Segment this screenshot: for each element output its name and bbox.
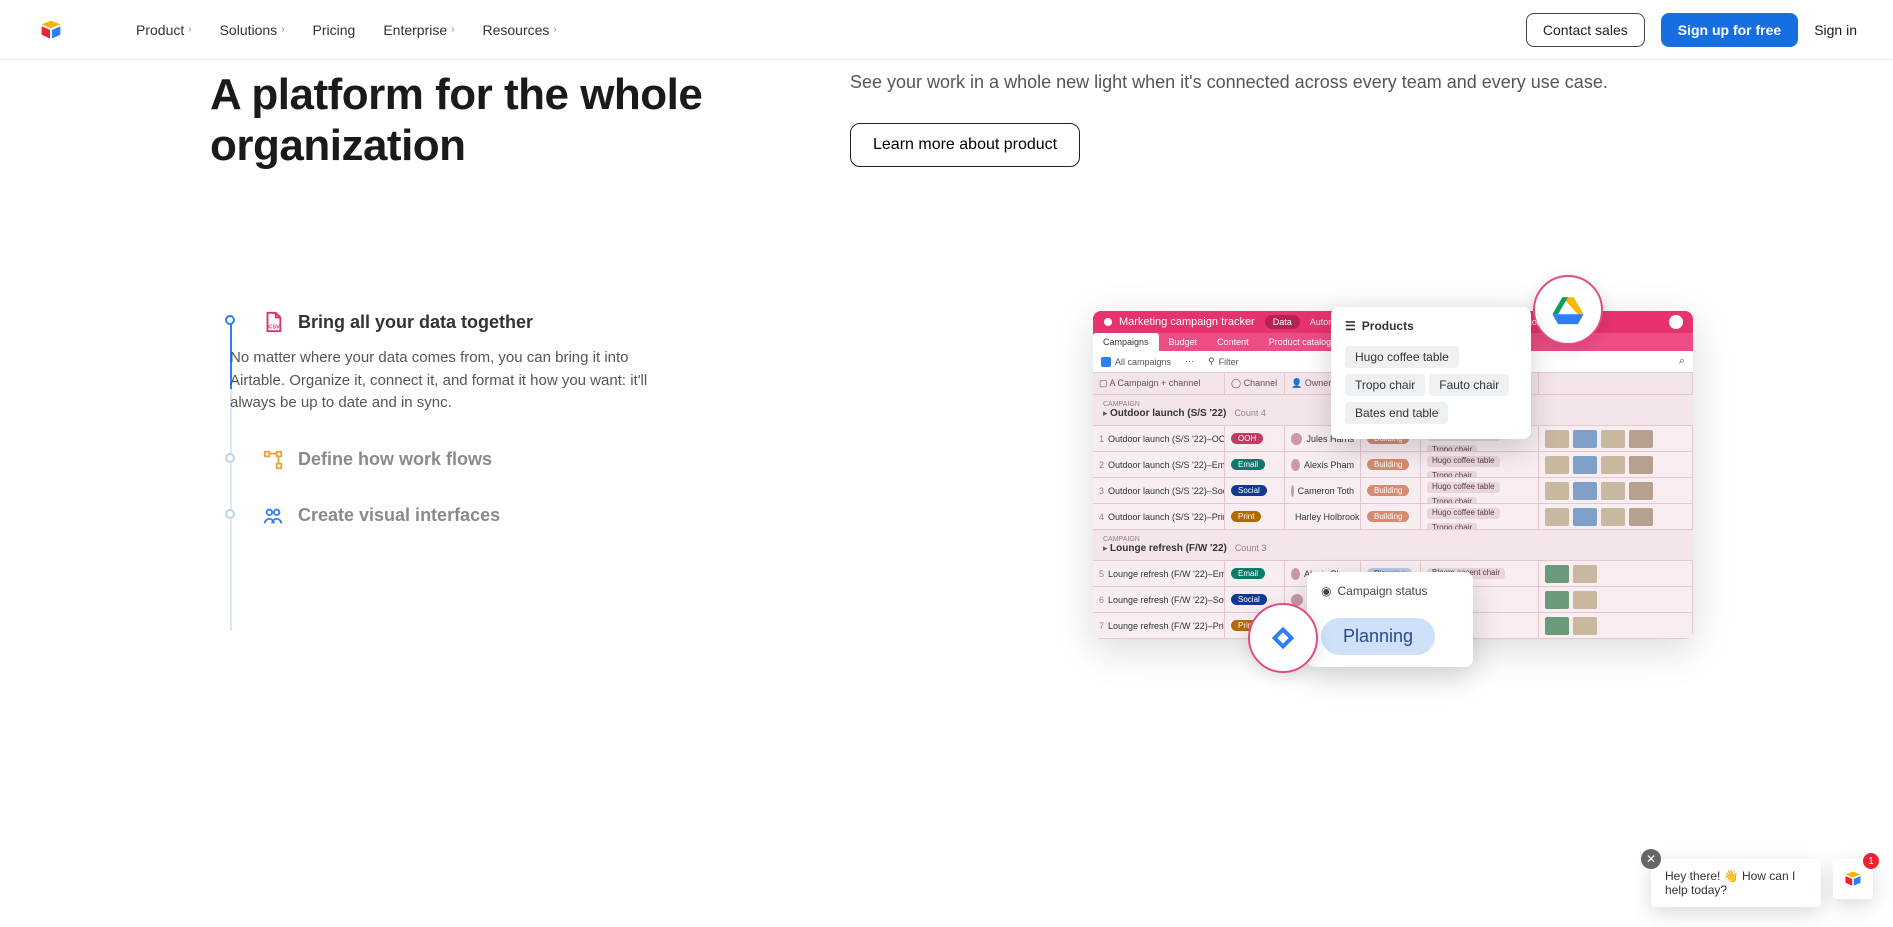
main-nav: Product› Solutions› Pricing Enterprise› Reso… (136, 22, 557, 38)
learn-more-button[interactable]: Learn more about product (850, 123, 1080, 167)
app-mode-pill[interactable]: Data (1265, 315, 1300, 329)
feature-dot (225, 509, 235, 519)
app-tab[interactable]: Budget (1159, 333, 1208, 351)
feature-title: Bring all your data together (298, 312, 533, 333)
csv-icon: CSV (262, 311, 284, 333)
signin-link[interactable]: Sign in (1814, 22, 1857, 38)
view-switcher[interactable]: All campaigns (1101, 357, 1171, 367)
chat-badge: 1 (1863, 853, 1879, 869)
hero-subtitle: See your work in a whole new light when … (850, 70, 1813, 95)
search-icon[interactable]: ⌕ (1679, 355, 1685, 368)
chat-message[interactable]: ✕ Hey there! 👋 How can I help today? (1651, 859, 1821, 907)
nav-item-resources[interactable]: Resources› (482, 22, 556, 38)
users-icon (262, 505, 284, 527)
hero-section: A platform for the whole organization Se… (0, 60, 1893, 171)
workflow-icon (262, 449, 284, 471)
hero-title: A platform for the whole organization (210, 70, 770, 171)
nav-item-enterprise[interactable]: Enterprise› (383, 22, 454, 38)
status-popover: ◉Campaign status Planning (1307, 572, 1473, 667)
feature-item-data[interactable]: CSV Bring all your data together No matt… (230, 311, 650, 415)
jira-badge (1248, 603, 1318, 673)
app-title: Marketing campaign tracker (1103, 316, 1255, 328)
product-tag[interactable]: Fauto chair (1429, 374, 1509, 396)
feature-list: CSV Bring all your data together No matt… (230, 311, 650, 639)
app-avatar[interactable] (1669, 315, 1683, 329)
chat-close-button[interactable]: ✕ (1641, 849, 1661, 869)
feature-title: Define how work flows (298, 449, 492, 470)
feature-desc: No matter where your data comes from, yo… (230, 347, 650, 415)
feature-item-interfaces[interactable]: Create visual interfaces (230, 505, 650, 527)
feature-item-flows[interactable]: Define how work flows (230, 449, 650, 471)
nav-actions: Contact sales Sign up for free Sign in (1526, 13, 1857, 47)
products-popover: ☰Products Hugo coffee tableTropo chairFa… (1331, 307, 1531, 439)
group-header[interactable]: CAMPAIGN▸ Lounge refresh (F/W '22)Count … (1093, 530, 1693, 561)
feature-dot (225, 315, 235, 325)
top-nav: Product› Solutions› Pricing Enterprise› Reso… (0, 0, 1893, 60)
chat-launcher[interactable]: 1 (1833, 859, 1873, 899)
product-tag[interactable]: Tropo chair (1345, 374, 1425, 396)
svg-text:CSV: CSV (268, 325, 280, 331)
nav-item-product[interactable]: Product› (136, 22, 192, 38)
chevron-right-icon: › (553, 24, 556, 35)
status-value: Planning (1321, 618, 1435, 655)
feature-title: Create visual interfaces (298, 505, 500, 526)
chevron-right-icon: › (188, 24, 191, 35)
airtable-logo[interactable] (36, 15, 66, 45)
app-preview: Marketing campaign tracker Data Automati… (1093, 311, 1693, 639)
chevron-right-icon: › (451, 24, 454, 35)
nav-item-pricing[interactable]: Pricing (313, 22, 356, 38)
table-row[interactable]: 2Outdoor launch (S/S '22)–EmailEmailAlex… (1093, 452, 1693, 478)
content-section: CSV Bring all your data together No matt… (0, 171, 1893, 679)
google-drive-badge (1533, 275, 1603, 345)
product-tag[interactable]: Bates end table (1345, 402, 1448, 424)
table-row[interactable]: 3Outdoor launch (S/S '22)–SocialSocialCa… (1093, 478, 1693, 504)
feature-dot (225, 453, 235, 463)
table-row[interactable]: 4Outdoor launch (S/S '22)–PrintPrintHarl… (1093, 504, 1693, 530)
chat-widget: ✕ Hey there! 👋 How can I help today? 1 (1651, 859, 1873, 907)
list-icon: ☰ (1345, 319, 1356, 333)
app-tab[interactable]: Content (1207, 333, 1259, 351)
product-tag[interactable]: Hugo coffee table (1345, 346, 1459, 368)
app-tab[interactable]: Product catalog (1259, 333, 1342, 351)
signup-button[interactable]: Sign up for free (1661, 13, 1798, 47)
nav-item-solutions[interactable]: Solutions› (220, 22, 285, 38)
app-tab[interactable]: Campaigns (1093, 333, 1159, 351)
chevron-right-icon: › (281, 24, 284, 35)
status-dot-icon: ◉ (1321, 584, 1331, 598)
contact-sales-button[interactable]: Contact sales (1526, 13, 1645, 47)
filter-button[interactable]: ⚲ Filter (1208, 356, 1239, 367)
toolbar-more-icon[interactable]: ⋯ (1185, 356, 1194, 367)
